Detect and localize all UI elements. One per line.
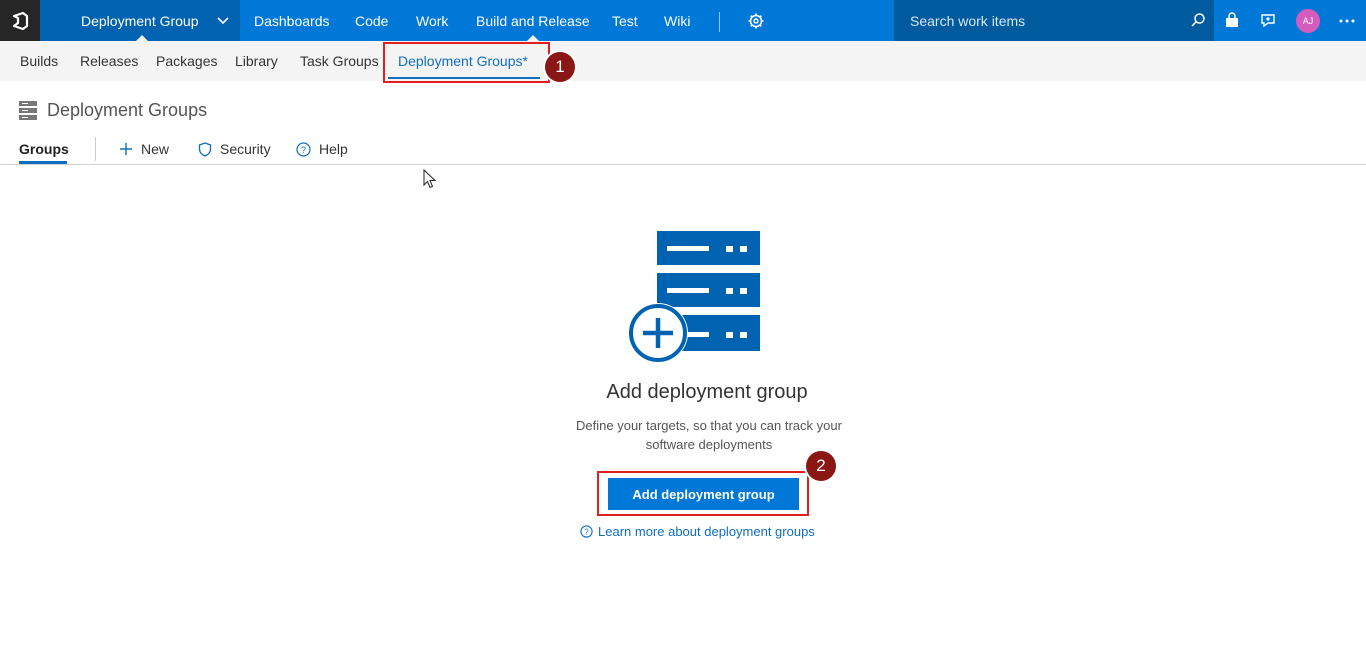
learn-more-label: Learn more about deployment groups — [598, 524, 815, 539]
svg-text:?: ? — [301, 145, 306, 155]
security-button-label: Security — [220, 141, 271, 157]
chevron-down-icon — [217, 17, 229, 25]
help-circle-icon: ? — [580, 525, 593, 538]
annotation-highlight-1 — [383, 42, 550, 83]
nav-wiki[interactable]: Wiki — [664, 0, 690, 41]
project-name: Deployment Group — [81, 12, 199, 29]
more-options-icon[interactable] — [1338, 12, 1356, 30]
nav-build-and-release[interactable]: Build and Release — [476, 0, 590, 41]
new-button-label: New — [141, 141, 170, 157]
hub-task-groups[interactable]: Task Groups — [300, 41, 379, 81]
hub-navigation: Builds Releases Packages Library Task Gr… — [0, 41, 1366, 81]
annotation-badge-1: 1 — [545, 52, 575, 82]
marketplace-bag-icon[interactable] — [1223, 12, 1241, 30]
nav-divider — [719, 12, 720, 32]
server-stack-icon — [19, 101, 37, 120]
search-icon[interactable] — [1190, 12, 1206, 28]
nav-work[interactable]: Work — [416, 0, 448, 41]
empty-state-description: Define your targets, so that you can tra… — [576, 418, 842, 452]
toolbar-divider — [95, 137, 96, 161]
help-button[interactable]: ? Help — [296, 141, 348, 157]
page-title: Deployment Groups — [47, 100, 208, 120]
plus-icon — [120, 143, 132, 155]
help-circle-icon: ? — [296, 141, 311, 157]
nav-dashboards[interactable]: Dashboards — [254, 0, 330, 41]
search-box[interactable]: Search work items — [894, 0, 1214, 41]
new-button[interactable]: New — [119, 141, 169, 157]
header-divider — [0, 164, 1366, 165]
search-input[interactable]: Search work items — [910, 13, 1025, 29]
add-server-illustration-icon — [628, 231, 760, 363]
vsts-logo-icon[interactable] — [0, 0, 40, 41]
gear-icon[interactable] — [747, 12, 765, 30]
annotation-highlight-2 — [597, 471, 809, 516]
nav-test[interactable]: Test — [612, 0, 638, 41]
tab-groups[interactable]: Groups — [19, 141, 69, 157]
annotation-badge-2: 2 — [806, 451, 836, 481]
shield-icon — [198, 141, 212, 157]
hub-packages[interactable]: Packages — [156, 41, 217, 81]
hub-releases[interactable]: Releases — [80, 41, 138, 81]
avatar[interactable]: AJ — [1296, 9, 1320, 33]
security-button[interactable]: Security — [198, 141, 271, 157]
learn-more-link[interactable]: ? Learn more about deployment groups — [580, 524, 815, 539]
help-button-label: Help — [319, 141, 348, 157]
empty-state-title: Add deployment group — [606, 381, 808, 403]
nav-code[interactable]: Code — [355, 0, 388, 41]
hub-library[interactable]: Library — [235, 41, 278, 81]
project-selector[interactable]: Deployment Group — [40, 0, 240, 41]
feedback-icon[interactable] — [1259, 12, 1277, 30]
nav-build-and-release-label: Build and Release — [476, 12, 590, 29]
top-navigation-bar: Deployment Group Dashboards Code Work Bu… — [0, 0, 1366, 41]
svg-text:?: ? — [584, 528, 589, 537]
mouse-pointer-icon — [423, 169, 437, 189]
hub-builds[interactable]: Builds — [20, 41, 58, 81]
